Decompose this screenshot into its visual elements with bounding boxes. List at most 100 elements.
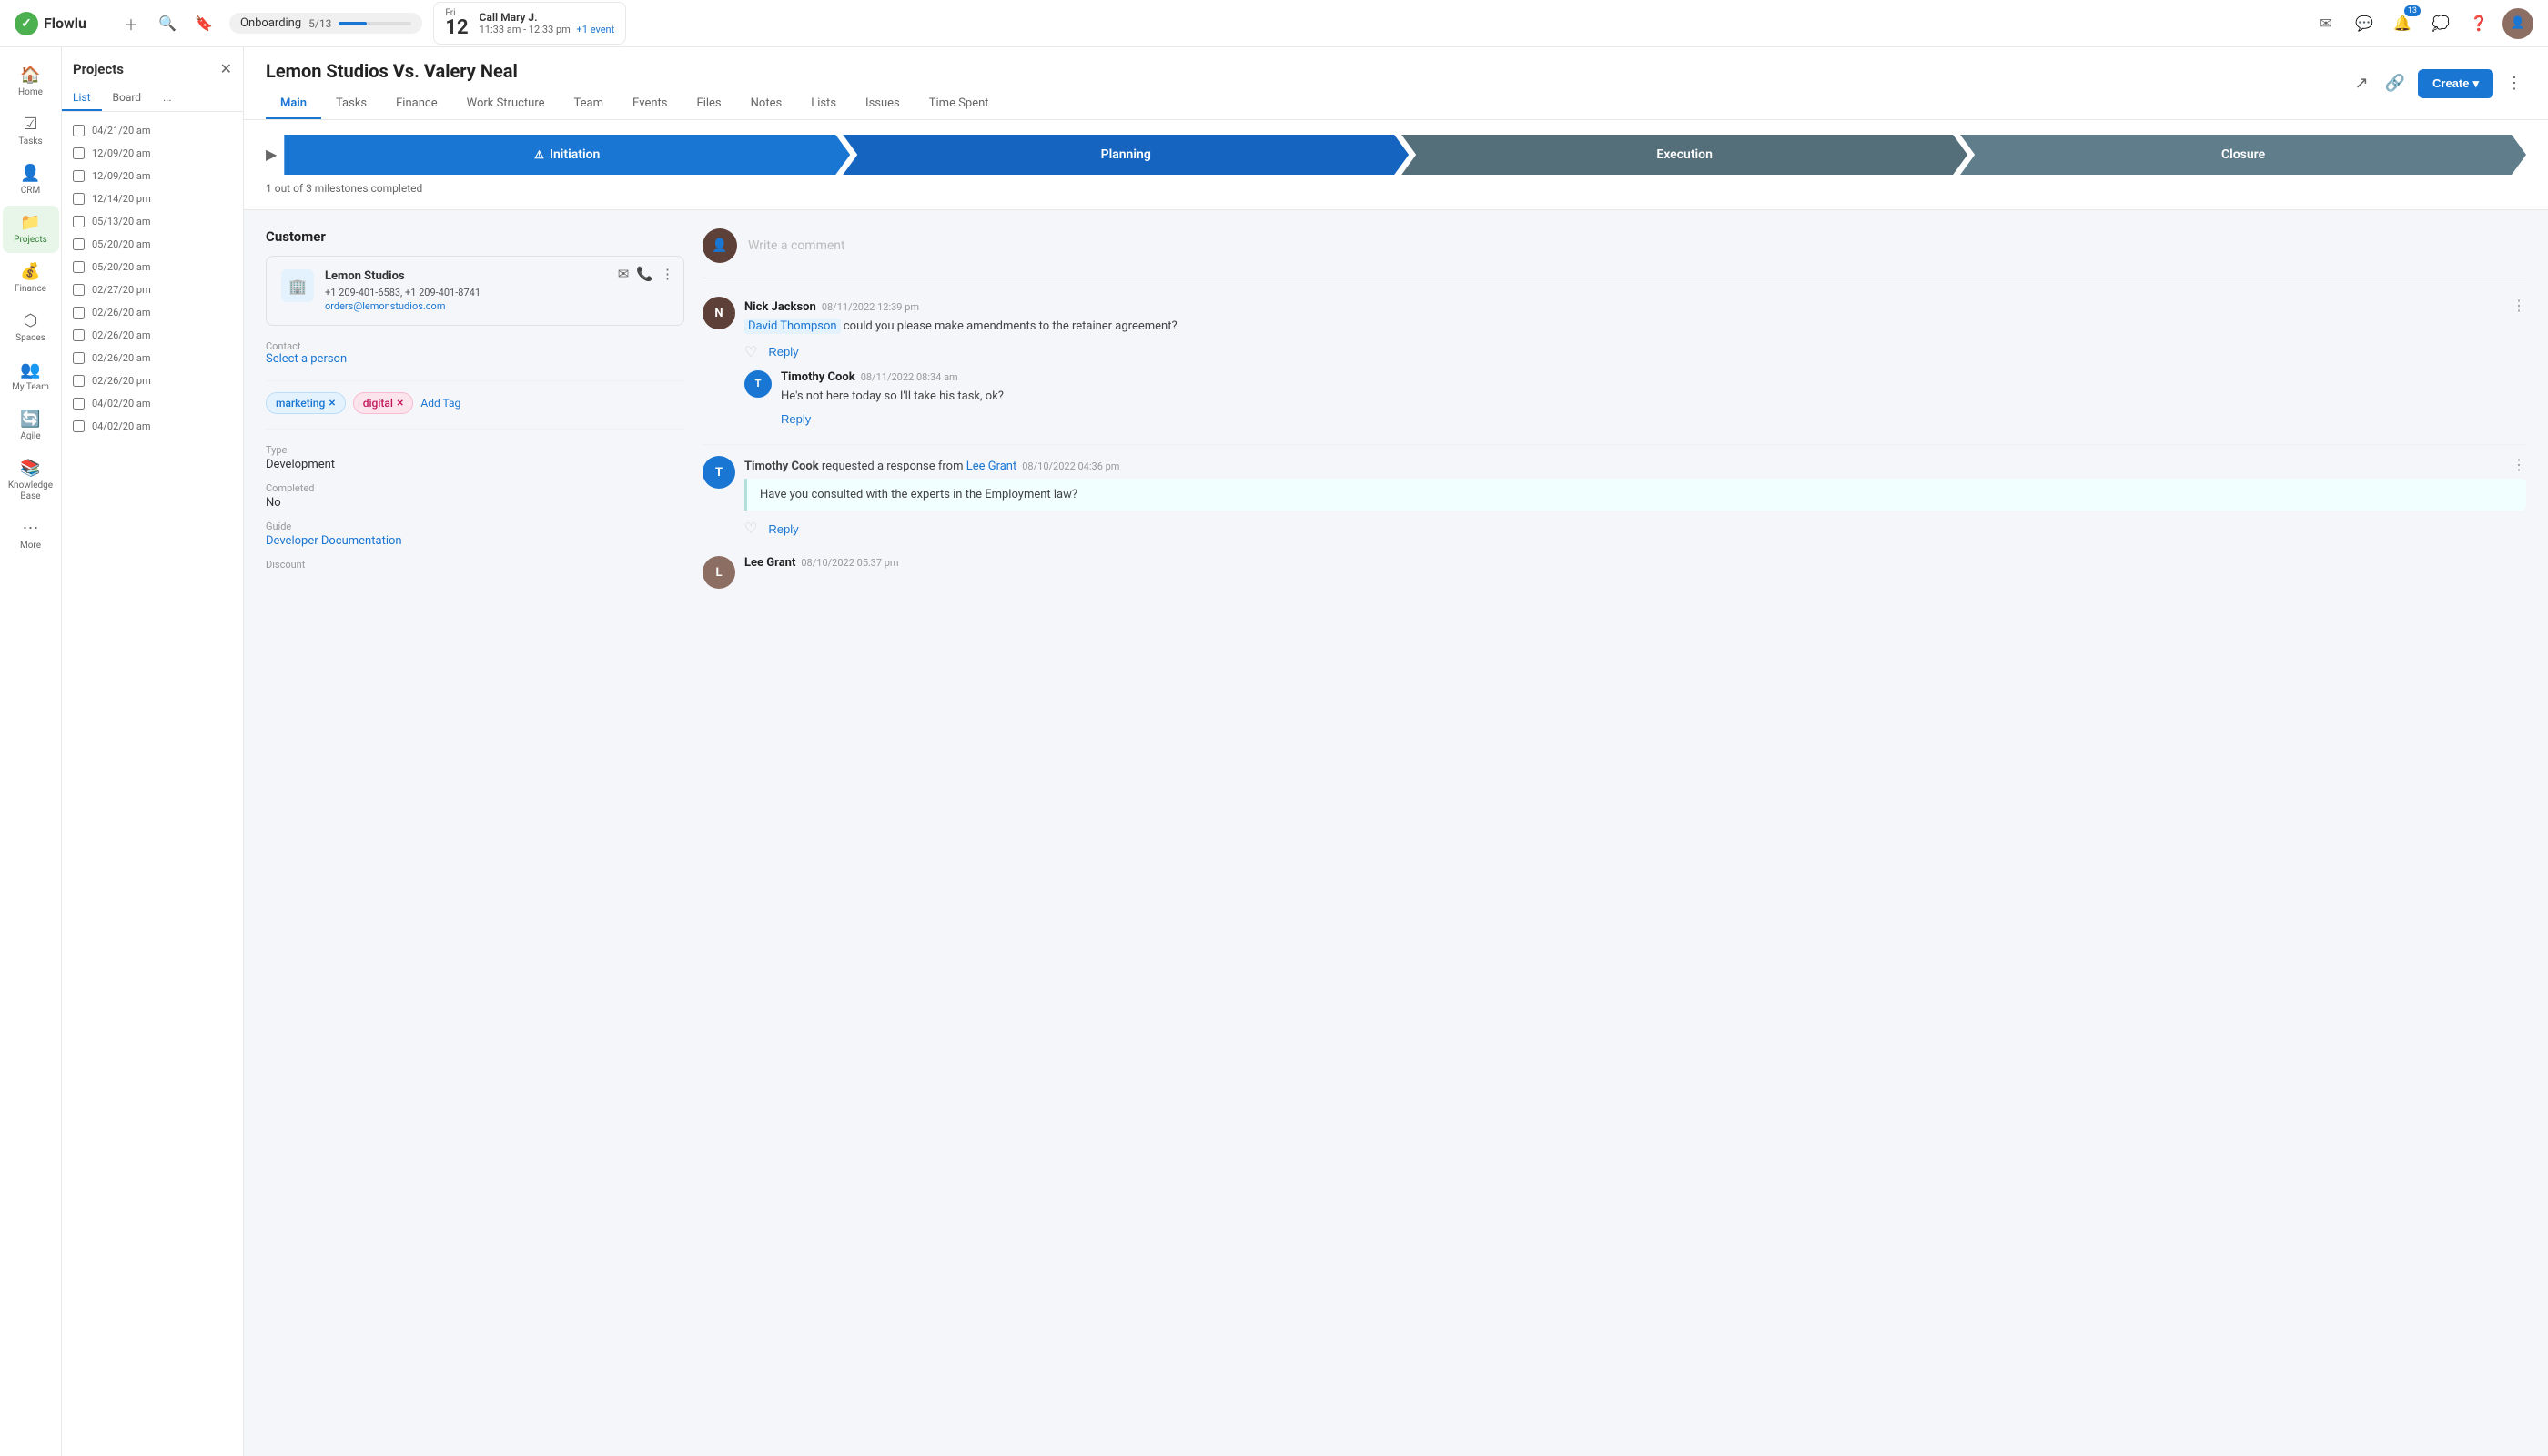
project-checkbox[interactable] bbox=[73, 238, 85, 250]
sidebar-item-tasks[interactable]: ☑ Tasks bbox=[3, 107, 59, 155]
project-checkbox[interactable] bbox=[73, 170, 85, 182]
list-item[interactable]: 02/26/20 am bbox=[62, 347, 243, 369]
timothy-reply-button[interactable]: Reply bbox=[781, 412, 811, 426]
nick-header: Nick Jackson 08/11/2022 12:39 pm ⋮ bbox=[744, 297, 2526, 314]
nick-body: David Thompson could you please make ame… bbox=[744, 318, 2526, 336]
nick-author: Nick Jackson bbox=[744, 300, 816, 314]
sidebar-item-agile[interactable]: 🔄 Agile bbox=[3, 402, 59, 450]
list-item[interactable]: 04/02/20 am bbox=[62, 392, 243, 415]
pipeline-toggle[interactable]: ▶ bbox=[266, 146, 277, 164]
calendar-widget[interactable]: Fri 12 Call Mary J. 11:33 am - 12:33 pm … bbox=[433, 2, 626, 45]
tab-main[interactable]: Main bbox=[266, 89, 321, 119]
user-avatar[interactable]: 👤 bbox=[2502, 8, 2533, 39]
list-item[interactable]: 05/20/20 am bbox=[62, 256, 243, 278]
notification-area[interactable]: 🔔 13 bbox=[2388, 9, 2417, 38]
tab-list[interactable]: List bbox=[62, 86, 102, 111]
tab-tasks[interactable]: Tasks bbox=[321, 89, 381, 119]
project-checkbox[interactable] bbox=[73, 216, 85, 228]
app-logo[interactable]: ✓ Flowlu bbox=[15, 12, 106, 35]
req-heart-button[interactable]: ♡ bbox=[744, 520, 757, 538]
messages-button[interactable]: 💭 bbox=[2426, 9, 2455, 38]
email-action-button[interactable]: ✉ bbox=[618, 266, 630, 282]
tag-marketing-remove[interactable]: × bbox=[329, 397, 335, 410]
help-button[interactable]: ❓ bbox=[2464, 9, 2493, 38]
list-item[interactable]: 12/14/20 pm bbox=[62, 187, 243, 210]
stage-planning[interactable]: Planning bbox=[843, 135, 1409, 175]
project-checkbox[interactable] bbox=[73, 261, 85, 273]
bookmark-button[interactable]: 🔖 bbox=[189, 9, 218, 38]
project-checkbox[interactable] bbox=[73, 329, 85, 341]
list-item[interactable]: 04/21/20 am bbox=[62, 119, 243, 142]
guide-link[interactable]: Developer Documentation bbox=[266, 534, 684, 548]
list-item[interactable]: 12/09/20 am bbox=[62, 165, 243, 187]
tag-digital[interactable]: digital × bbox=[353, 392, 414, 414]
tag-marketing[interactable]: marketing × bbox=[266, 392, 346, 414]
stage-closure[interactable]: Closure bbox=[1960, 135, 2526, 175]
add-tag-button[interactable]: Add Tag bbox=[420, 397, 460, 410]
list-item[interactable]: 02/26/20 am bbox=[62, 301, 243, 324]
sidebar-item-myteam[interactable]: 👥 My Team bbox=[3, 353, 59, 400]
project-date: 04/21/20 am bbox=[92, 125, 151, 136]
onboarding-progress[interactable]: Onboarding 5/13 bbox=[229, 13, 422, 34]
list-item[interactable]: 05/20/20 am bbox=[62, 233, 243, 256]
req-more-button[interactable]: ⋮ bbox=[2512, 456, 2526, 473]
project-checkbox[interactable] bbox=[73, 307, 85, 318]
sidebar-item-projects[interactable]: 📁 Projects bbox=[3, 206, 59, 253]
tab-notes[interactable]: Notes bbox=[736, 89, 797, 119]
tab-time-spent[interactable]: Time Spent bbox=[915, 89, 1004, 119]
project-checkbox[interactable] bbox=[73, 147, 85, 159]
sidebar-item-finance[interactable]: 💰 Finance bbox=[3, 255, 59, 302]
nick-heart-button[interactable]: ♡ bbox=[744, 343, 757, 361]
list-item[interactable]: 04/02/20 am bbox=[62, 415, 243, 438]
project-checkbox[interactable] bbox=[73, 352, 85, 364]
tab-team[interactable]: Team bbox=[560, 89, 619, 119]
customer-email[interactable]: orders@lemonstudios.com bbox=[325, 300, 480, 312]
add-button[interactable]: ＋ bbox=[116, 9, 146, 38]
sidebar-item-knowledge[interactable]: 📚 Knowledge Base bbox=[3, 451, 59, 510]
search-button[interactable]: 🔍 bbox=[153, 9, 182, 38]
tab-finance[interactable]: Finance bbox=[381, 89, 451, 119]
phone-action-button[interactable]: 📞 bbox=[636, 266, 653, 282]
more-options-button[interactable]: ⋮ bbox=[2502, 70, 2526, 96]
comment-nick-jackson: N Nick Jackson 08/11/2022 12:39 pm ⋮ Dav… bbox=[703, 297, 2526, 426]
external-link-button[interactable]: ↗ bbox=[2351, 70, 2371, 96]
stage-initiation[interactable]: ⚠ Initiation bbox=[284, 135, 850, 175]
tab-events[interactable]: Events bbox=[618, 89, 682, 119]
project-checkbox[interactable] bbox=[73, 420, 85, 432]
link-button[interactable]: 🔗 bbox=[2381, 70, 2409, 96]
project-checkbox[interactable] bbox=[73, 398, 85, 410]
projects-panel-close[interactable]: ✕ bbox=[220, 60, 232, 78]
stage-execution[interactable]: Execution bbox=[1401, 135, 1967, 175]
project-checkbox[interactable] bbox=[73, 193, 85, 205]
tab-issues[interactable]: Issues bbox=[851, 89, 915, 119]
project-checkbox[interactable] bbox=[73, 284, 85, 296]
select-person-button[interactable]: Select a person bbox=[266, 352, 684, 366]
tab-lists[interactable]: Lists bbox=[796, 89, 851, 119]
tab-work-structure[interactable]: Work Structure bbox=[452, 89, 560, 119]
list-item[interactable]: 12/09/20 am bbox=[62, 142, 243, 165]
sidebar-item-crm[interactable]: 👤 CRM bbox=[3, 157, 59, 204]
list-item[interactable]: 02/26/20 pm bbox=[62, 369, 243, 392]
tab-extra[interactable]: ... bbox=[152, 86, 183, 111]
project-checkbox[interactable] bbox=[73, 125, 85, 136]
nick-reply-button[interactable]: Reply bbox=[768, 345, 798, 359]
list-item[interactable]: 05/13/20 am bbox=[62, 210, 243, 233]
list-item[interactable]: 02/27/20 pm bbox=[62, 278, 243, 301]
tab-files[interactable]: Files bbox=[682, 89, 736, 119]
mail-button[interactable]: ✉ bbox=[2311, 9, 2341, 38]
comment-input[interactable]: Write a comment bbox=[748, 238, 2526, 253]
req-reply-button[interactable]: Reply bbox=[768, 522, 798, 536]
sidebar-item-more[interactable]: ⋯ More bbox=[3, 511, 59, 559]
crm-icon: 👤 bbox=[20, 164, 40, 183]
nick-more-button[interactable]: ⋮ bbox=[2512, 297, 2526, 314]
sidebar-label-home: Home bbox=[18, 87, 43, 98]
list-item[interactable]: 02/26/20 am bbox=[62, 324, 243, 347]
create-button[interactable]: Create ▾ bbox=[2418, 69, 2493, 98]
sidebar-item-spaces[interactable]: ⬡ Spaces bbox=[3, 304, 59, 351]
sidebar-item-home[interactable]: 🏠 Home bbox=[3, 58, 59, 106]
chat-button[interactable]: 💬 bbox=[2350, 9, 2379, 38]
tab-board[interactable]: Board bbox=[102, 86, 153, 111]
project-checkbox[interactable] bbox=[73, 375, 85, 387]
tag-digital-remove[interactable]: × bbox=[397, 397, 403, 410]
more-action-button[interactable]: ⋮ bbox=[661, 266, 674, 282]
